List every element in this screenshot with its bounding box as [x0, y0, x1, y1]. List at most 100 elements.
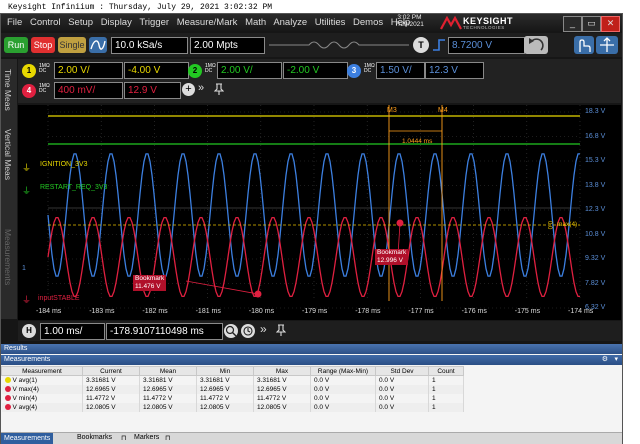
ch3-scale-field[interactable]: 1.50 V/: [376, 62, 425, 79]
sample-rate-field[interactable]: 10.0 kSa/s: [111, 37, 188, 54]
cell-range: 0.0 V: [310, 394, 376, 403]
timebase-scale-field[interactable]: 1.00 ms/: [40, 323, 105, 340]
menu-display[interactable]: Display: [101, 17, 132, 28]
menu-demos[interactable]: Demos: [353, 17, 383, 28]
ch2-mode: DC: [205, 68, 213, 74]
touch-button[interactable]: [574, 36, 594, 54]
ch1-ground-marker-icon[interactable]: ⏚: [22, 161, 31, 174]
tab-time-meas[interactable]: Time Meas: [3, 69, 13, 111]
time-pin-icon[interactable]: [276, 324, 286, 337]
scale-button[interactable]: [596, 36, 618, 54]
menu-trigger[interactable]: Trigger: [139, 17, 169, 28]
cell-text: 1: [432, 377, 436, 384]
trigger-badge[interactable]: T: [413, 37, 429, 53]
tab-measurements-bottom[interactable]: Measurements: [1, 433, 54, 444]
cell-text: 3.31681 V: [143, 377, 173, 384]
minimize-button[interactable]: _: [563, 16, 582, 32]
panel-dropdown-icon[interactable]: ▾: [614, 355, 618, 365]
markers-pin-icon[interactable]: ⊓: [165, 434, 170, 442]
table-row[interactable]: V min(4) 11.4772 V 11.4772 V 11.4772 V 11.47…: [1, 394, 464, 403]
ch2-offset-field[interactable]: -2.00 V: [283, 62, 348, 79]
tab-vertical-meas[interactable]: Vertical Meas: [3, 129, 13, 180]
cell-current: 3.31681 V: [82, 375, 140, 385]
memory-depth-field[interactable]: 2.00 Mpts: [190, 37, 265, 54]
table-row[interactable]: V max(4) 12.6965 V 12.6965 V 12.6965 V 12.69…: [1, 385, 464, 394]
cell-count: 1: [428, 403, 464, 412]
bookmarks-pin-icon[interactable]: ⊓: [121, 434, 126, 442]
undo-button[interactable]: [524, 36, 548, 54]
run-button[interactable]: Run: [4, 37, 28, 53]
close-button[interactable]: ✕: [601, 16, 620, 32]
expand-channels-icon[interactable]: »: [198, 82, 204, 94]
col-std-dev[interactable]: Std Dev: [375, 366, 429, 376]
horizontal-badge[interactable]: H: [22, 324, 36, 338]
trigger-edge-icon[interactable]: [431, 37, 447, 53]
ch3-ref-marker[interactable]: 1: [22, 265, 26, 272]
col-range[interactable]: Range (Max-Min): [310, 366, 376, 376]
cell-name: V avg(4): [1, 403, 83, 412]
results-panel: Results Measurements ⚙ ▾ Measurement Cur…: [1, 344, 622, 444]
pin-icon[interactable]: [214, 83, 224, 96]
ch1-mode: DC: [39, 68, 47, 74]
menu-math[interactable]: Math: [245, 17, 266, 28]
ch2-ground-marker-icon[interactable]: ⏚: [22, 184, 31, 197]
trigger-level-field[interactable]: 8.7200 V: [448, 37, 525, 54]
bookmark-2[interactable]: Bookmark 12.996 V: [375, 249, 409, 265]
y-tick-label: 16.8 V: [585, 132, 606, 140]
col-mean[interactable]: Mean: [139, 366, 197, 376]
table-row[interactable]: V avg(4) 12.0805 V 12.0805 V 12.0805 V 12.08…: [1, 403, 464, 412]
ch1-offset-field[interactable]: -4.00 V: [124, 62, 189, 79]
stop-button[interactable]: Stop: [31, 37, 55, 53]
col-count[interactable]: Count: [428, 366, 464, 376]
timebase-bar: H 1.00 ms/ -178.9107110498 ms »: [18, 321, 621, 341]
col-current[interactable]: Current: [82, 366, 140, 376]
measurements-header: Measurements ⚙ ▾: [1, 355, 622, 365]
ch3-offset-field[interactable]: 12.3 V: [425, 62, 484, 79]
menu-list: File Control Setup Display Trigger Measu…: [7, 17, 415, 28]
menu-setup[interactable]: Setup: [68, 17, 93, 28]
waveform-display[interactable]: M3 M4 1.0444 ms IGNITION_3V3 RESTART_REQ…: [18, 105, 621, 320]
restart-label: RESTART_REQ_3V3: [40, 184, 108, 191]
marker-m4-label[interactable]: M4: [438, 107, 448, 114]
cell-count: 1: [428, 394, 464, 403]
menu-control[interactable]: Control: [30, 17, 61, 28]
menu-analyze[interactable]: Analyze: [273, 17, 307, 28]
add-channel-button[interactable]: +: [182, 83, 195, 96]
timebase-position-field[interactable]: -178.9107110498 ms: [106, 323, 223, 340]
expand-time-icon[interactable]: »: [260, 322, 267, 336]
col-measurement[interactable]: Measurement: [1, 366, 83, 376]
ch4-scale-field[interactable]: 400 mV/: [54, 82, 123, 99]
restore-button[interactable]: ▭: [582, 16, 601, 32]
max-ref-value: 0.0: [546, 221, 552, 230]
menu-file[interactable]: File: [7, 17, 22, 28]
ch1-badge[interactable]: 1: [22, 64, 36, 78]
auto-scale-button[interactable]: [89, 37, 107, 53]
y-tick-label: 15.3 V: [585, 157, 606, 164]
table-row[interactable]: V avg(1) 3.31681 V 3.31681 V 3.31681 V 3.316…: [1, 375, 464, 385]
scale-icon: [600, 37, 614, 52]
cell-mean: 12.0805 V: [139, 403, 197, 412]
settings-gear-icon[interactable]: ⚙: [602, 355, 608, 365]
ch4-badge[interactable]: 4: [22, 84, 36, 98]
marker-m3-label[interactable]: M3: [387, 107, 397, 114]
clock: 3:02 PM 7/29/2021: [395, 14, 424, 28]
tab-markers[interactable]: Markers: [134, 434, 159, 441]
ch2-badge[interactable]: 2: [188, 64, 202, 78]
cell-name: V max(4): [1, 385, 83, 394]
delay-button[interactable]: [241, 324, 255, 338]
tab-measurements[interactable]: Measurements: [3, 229, 13, 285]
ch4-ground-marker-icon[interactable]: ⏚: [22, 293, 31, 306]
tab-bookmarks[interactable]: Bookmarks: [72, 434, 112, 441]
ch4-offset-field[interactable]: 12.9 V: [124, 82, 181, 99]
single-button[interactable]: Single: [58, 37, 86, 53]
zoom-button[interactable]: [224, 324, 238, 338]
menu-utilities[interactable]: Utilities: [315, 17, 346, 28]
bookmark-1[interactable]: Bookmark 11.476 V: [133, 275, 167, 291]
ch3-badge[interactable]: 3: [347, 64, 361, 78]
ch2-scale-field[interactable]: 2.00 V/: [217, 62, 282, 79]
cell-text: 0.0 V: [314, 377, 330, 384]
col-max[interactable]: Max: [253, 366, 311, 376]
ch1-scale-field[interactable]: 2.00 V/: [54, 62, 123, 79]
menu-measure-mark[interactable]: Measure/Mark: [177, 17, 238, 28]
col-min[interactable]: Min: [196, 366, 254, 376]
